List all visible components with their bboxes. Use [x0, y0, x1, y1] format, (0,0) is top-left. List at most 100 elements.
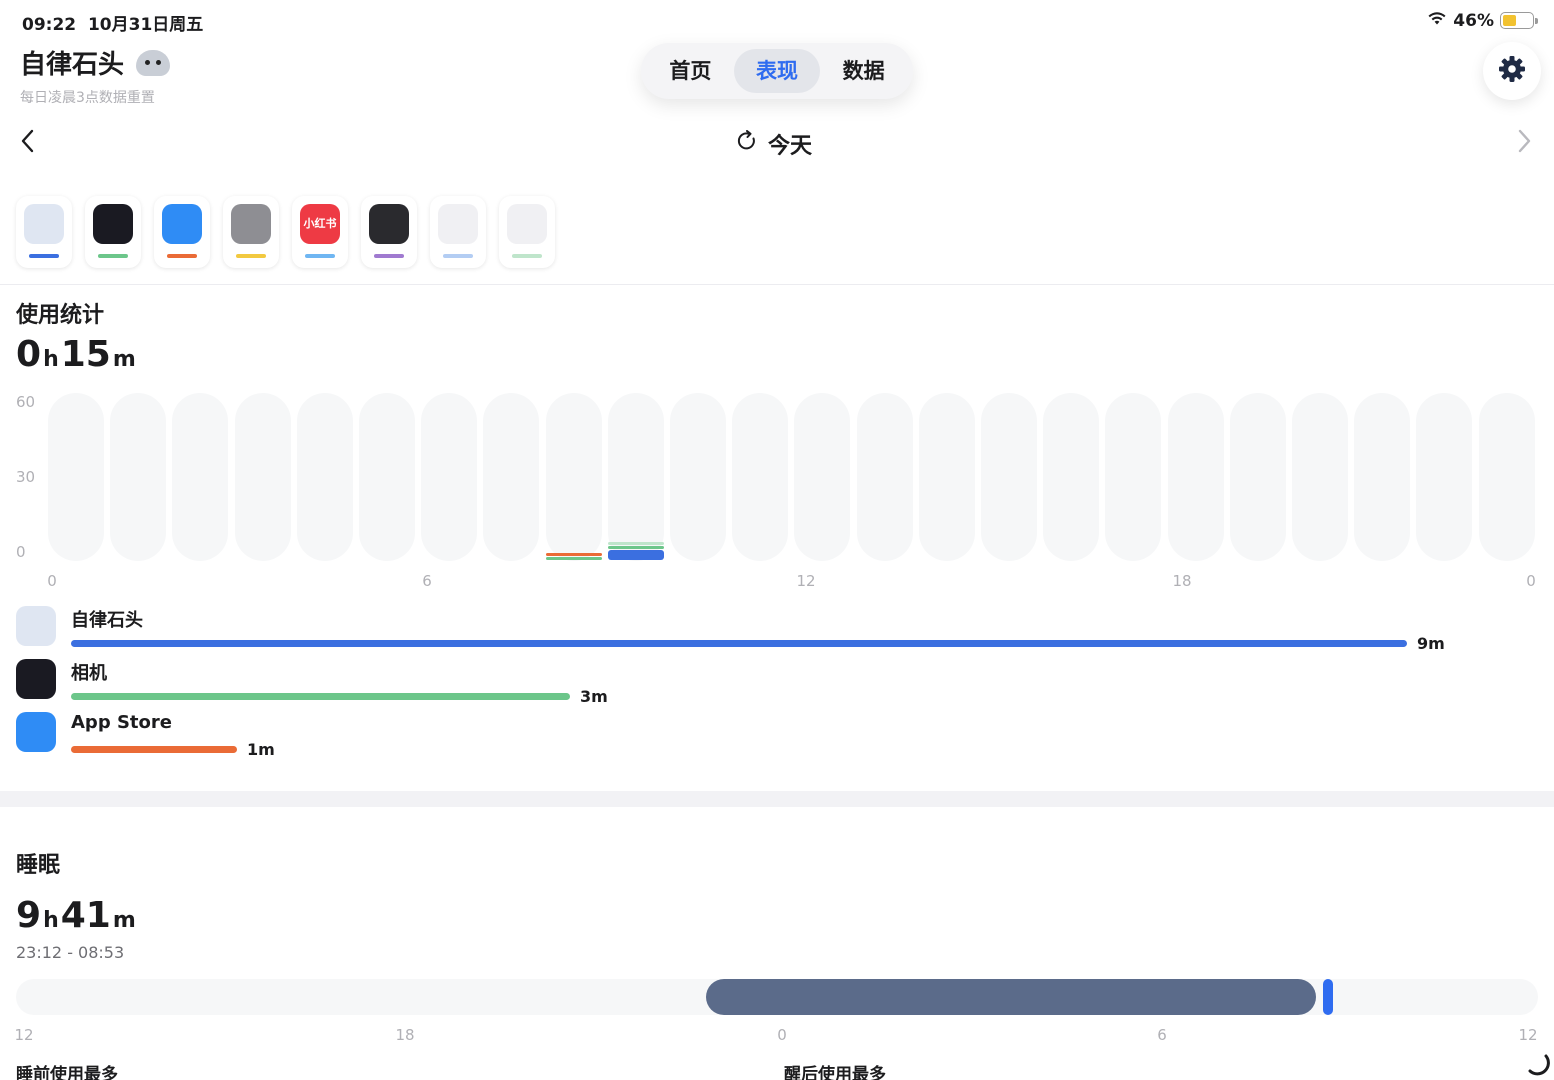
app-filter-item[interactable]: [154, 196, 210, 268]
hour-column[interactable]: [1292, 393, 1348, 561]
usage-bar: [71, 746, 237, 753]
divider: [0, 284, 1554, 285]
app-usage-row[interactable]: 自律石头 9m: [16, 606, 1516, 656]
hour-column[interactable]: [607, 393, 664, 561]
hourly-usage-chart: 60 30 0 0 6 12 18 0: [0, 385, 1554, 595]
app-title: 自律石头: [20, 44, 171, 81]
usage-duration: 3m: [580, 687, 608, 706]
app-color-indicator: [29, 254, 59, 258]
tab-performance[interactable]: 表现: [733, 49, 821, 93]
x-tick-label: 0: [47, 572, 57, 590]
camera-icon: [16, 659, 56, 699]
app-color-indicator: [443, 254, 473, 258]
sleep-total-time: 9h41m: [16, 895, 136, 936]
hour-column[interactable]: [296, 393, 353, 561]
sleep-axis-tick: 6: [1157, 1026, 1167, 1044]
wifi-icon: [1427, 10, 1447, 31]
app-color-indicator: [236, 254, 266, 258]
app-header: 自律石头 每日凌晨3点数据重置: [20, 44, 171, 107]
hour-column[interactable]: [421, 393, 478, 561]
refresh-icon: [736, 130, 758, 158]
tab-home[interactable]: 首页: [647, 49, 734, 93]
app-color-indicator: [98, 254, 128, 258]
chevron-right-icon[interactable]: [1514, 128, 1534, 161]
hour-column[interactable]: [981, 393, 1037, 561]
usage-bar-segment: [607, 546, 664, 550]
hour-column[interactable]: [1478, 393, 1535, 561]
camera-icon: [93, 204, 133, 244]
sleep-time-range: 23:12 - 08:53: [16, 943, 125, 962]
gear-icon: [1497, 54, 1527, 88]
sleep-axis-tick: 0: [777, 1026, 787, 1044]
hour-column[interactable]: [1167, 393, 1224, 561]
hour-column[interactable]: [1229, 393, 1286, 561]
app-filter-item[interactable]: 小红书: [292, 196, 348, 268]
hour-column[interactable]: [1416, 393, 1473, 561]
app-color-indicator: [374, 254, 404, 258]
wallet-icon: [369, 204, 409, 244]
usage-bar: [71, 693, 570, 700]
hour-column[interactable]: [670, 393, 726, 561]
hour-column[interactable]: [110, 393, 167, 561]
hour-column[interactable]: [234, 393, 291, 561]
hour-column[interactable]: [918, 393, 975, 561]
status-right: 46%: [1427, 10, 1538, 31]
app-filter-item[interactable]: [430, 196, 486, 268]
placeholder-app-icon: [507, 204, 547, 244]
wake-marker[interactable]: [1323, 979, 1334, 1015]
app-filter-item[interactable]: [361, 196, 417, 268]
y-tick-label: 0: [16, 543, 26, 561]
usage-bar: [71, 640, 1407, 647]
sleep-duration-bar[interactable]: [706, 979, 1317, 1015]
sleep-axis-tick: 18: [395, 1026, 415, 1044]
x-tick-label: 6: [422, 572, 432, 590]
app-filter-item[interactable]: [85, 196, 141, 268]
x-tick-label: 18: [1172, 572, 1192, 590]
chevron-left-icon[interactable]: [18, 128, 38, 161]
hour-column[interactable]: [1354, 393, 1411, 561]
hour-column[interactable]: [172, 393, 229, 561]
app-color-indicator: [512, 254, 542, 258]
date-label[interactable]: 今天: [736, 128, 812, 160]
app-filter-item[interactable]: [223, 196, 279, 268]
hour-column[interactable]: [48, 393, 104, 561]
hour-column[interactable]: [794, 393, 851, 561]
status-bar: 09:22 10月31日周五 46%: [0, 0, 1554, 40]
battery-percent: 46%: [1453, 10, 1494, 31]
hour-column[interactable]: [1105, 393, 1162, 561]
y-tick-label: 60: [16, 393, 36, 411]
tab-bar: 首页 表现 数据: [641, 43, 913, 99]
hour-column[interactable]: [545, 393, 602, 561]
settings-button[interactable]: [1483, 42, 1541, 100]
status-time: 09:22 10月31日周五: [22, 15, 204, 35]
app-usage-row[interactable]: App Store 1m: [16, 712, 1516, 762]
x-tick-label: 12: [796, 572, 816, 590]
app-store-icon: [16, 712, 56, 752]
placeholder-app-icon: [438, 204, 478, 244]
sleep-axis-tick: 12: [1518, 1026, 1538, 1044]
hour-column[interactable]: [483, 393, 540, 561]
settings-app-icon: [231, 204, 271, 244]
mascot-icon: [16, 606, 56, 646]
app-filter-item[interactable]: [16, 196, 72, 268]
usage-total-time: 0h15m: [16, 334, 136, 375]
app-usage-row[interactable]: 相机 3m: [16, 659, 1516, 709]
usage-bar-segment: [607, 550, 664, 560]
battery-icon: [1500, 12, 1538, 29]
usage-bar-segment: [545, 557, 602, 560]
mascot-icon: [136, 49, 171, 76]
usage-duration: 9m: [1417, 634, 1445, 653]
usage-bar-segment: [545, 553, 602, 556]
hour-column[interactable]: [359, 393, 415, 561]
tab-data[interactable]: 数据: [820, 49, 907, 93]
sleep-axis-tick: 12: [14, 1026, 34, 1044]
app-filter-item[interactable]: [499, 196, 555, 268]
loading-spinner-icon: [1524, 1050, 1550, 1080]
hour-column[interactable]: [732, 393, 789, 561]
app-store-icon: [162, 204, 202, 244]
section-separator: [0, 791, 1554, 807]
hour-column[interactable]: [856, 393, 913, 561]
after-wake-label: 醒后使用最多: [784, 1065, 886, 1080]
hour-column[interactable]: [1043, 393, 1100, 561]
usage-section-title: 使用统计: [16, 303, 105, 328]
